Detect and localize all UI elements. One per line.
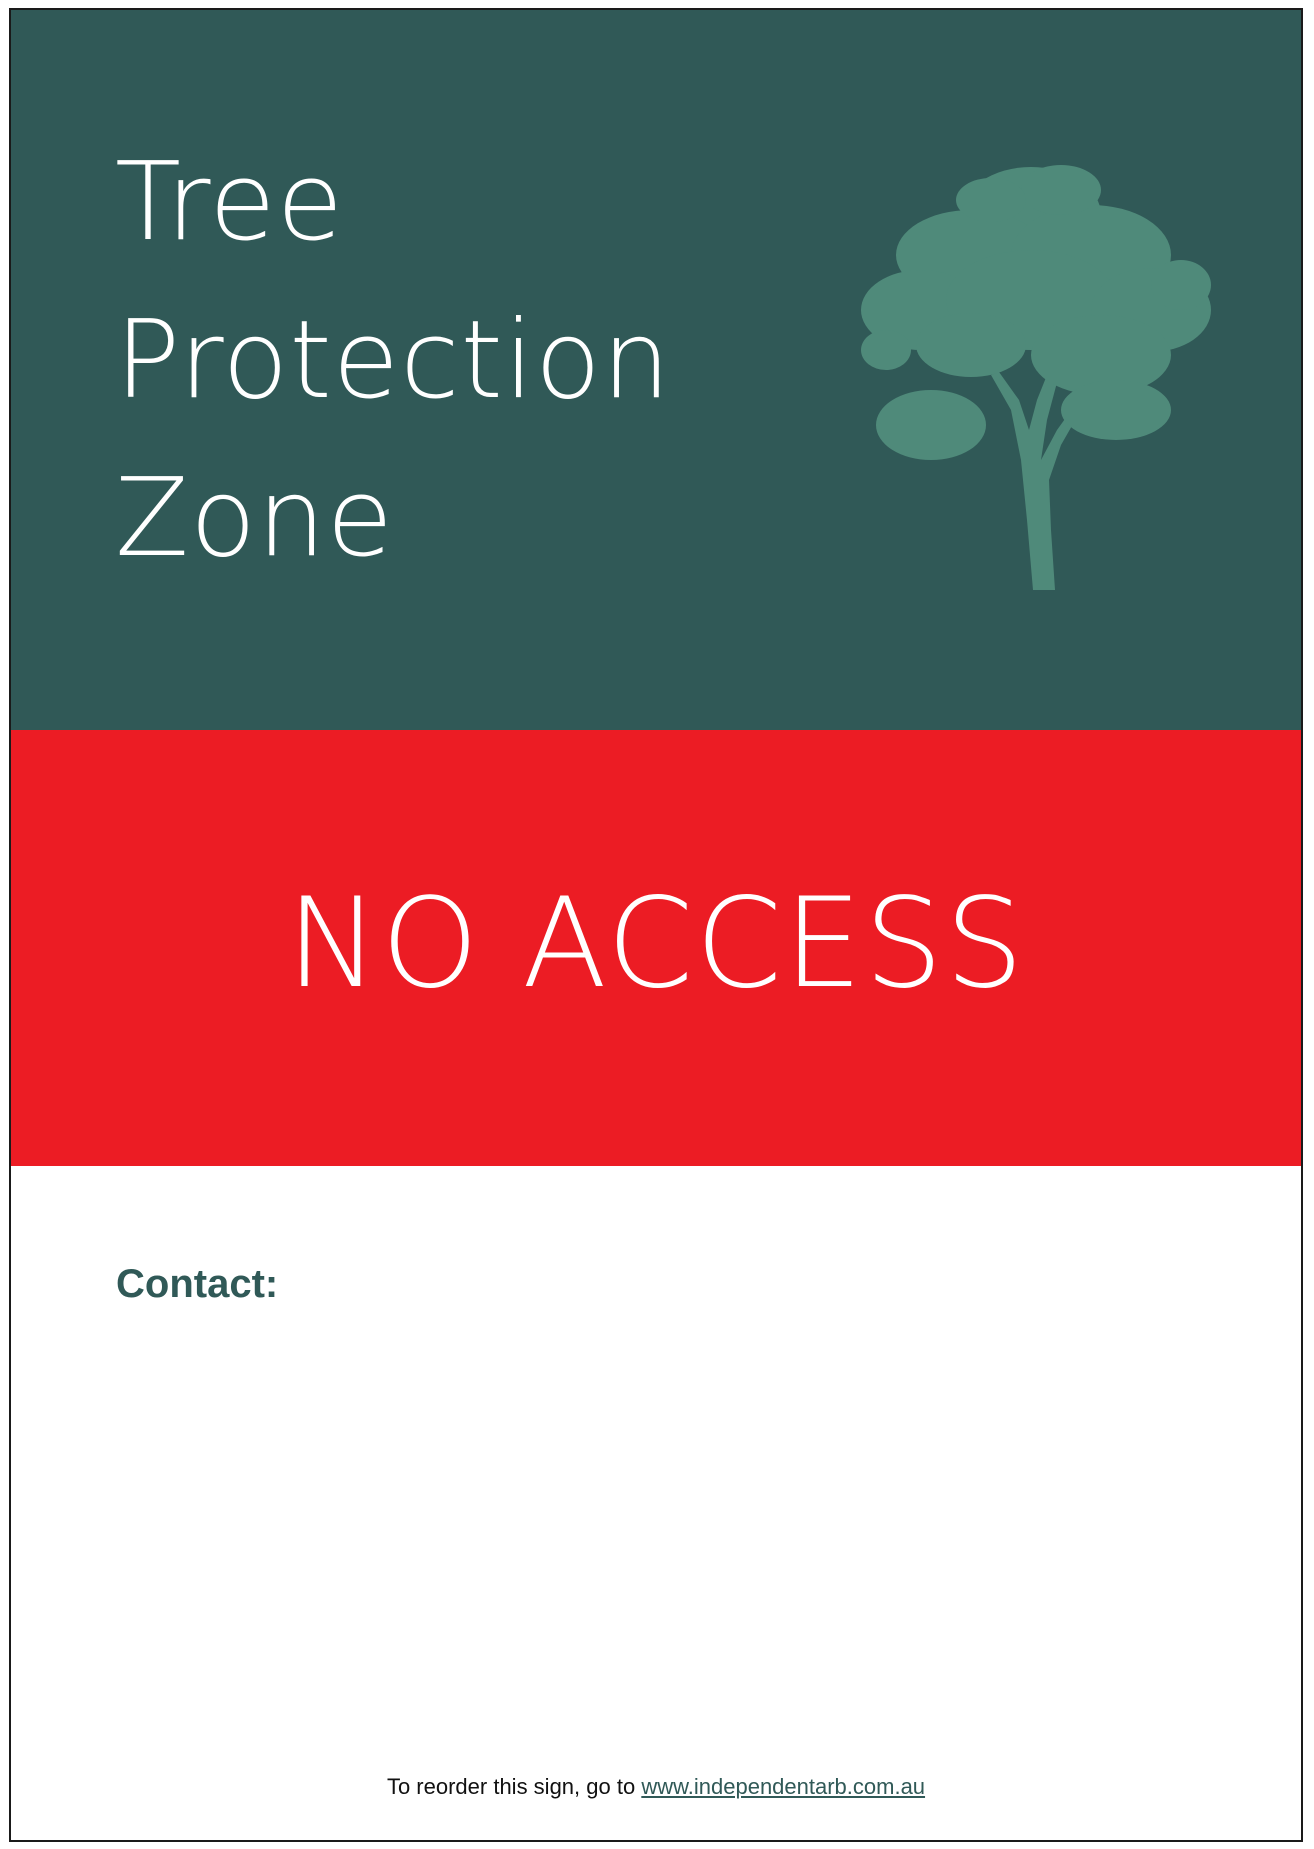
sign-title-line-2: Protection xyxy=(115,298,672,423)
header-panel: Tree Protection Zone xyxy=(11,10,1301,730)
tree-icon xyxy=(861,165,1211,590)
tree-protection-zone-sign: Tree Protection Zone NO ACCESS Contact: … xyxy=(9,8,1303,1842)
no-access-text: NO ACCESS xyxy=(286,872,1026,1016)
reorder-text: To reorder this sign, go to xyxy=(386,1774,642,1799)
sign-title-line-1: Tree xyxy=(115,140,345,265)
reorder-footer: To reorder this sign, go to www.independ… xyxy=(11,1776,1301,1798)
warning-panel: NO ACCESS xyxy=(11,730,1301,1166)
contact-label: Contact: xyxy=(116,1262,279,1306)
sign-title-line-3: Zone xyxy=(115,456,394,581)
reorder-link[interactable]: www.independentarb.com.au xyxy=(641,1774,925,1799)
